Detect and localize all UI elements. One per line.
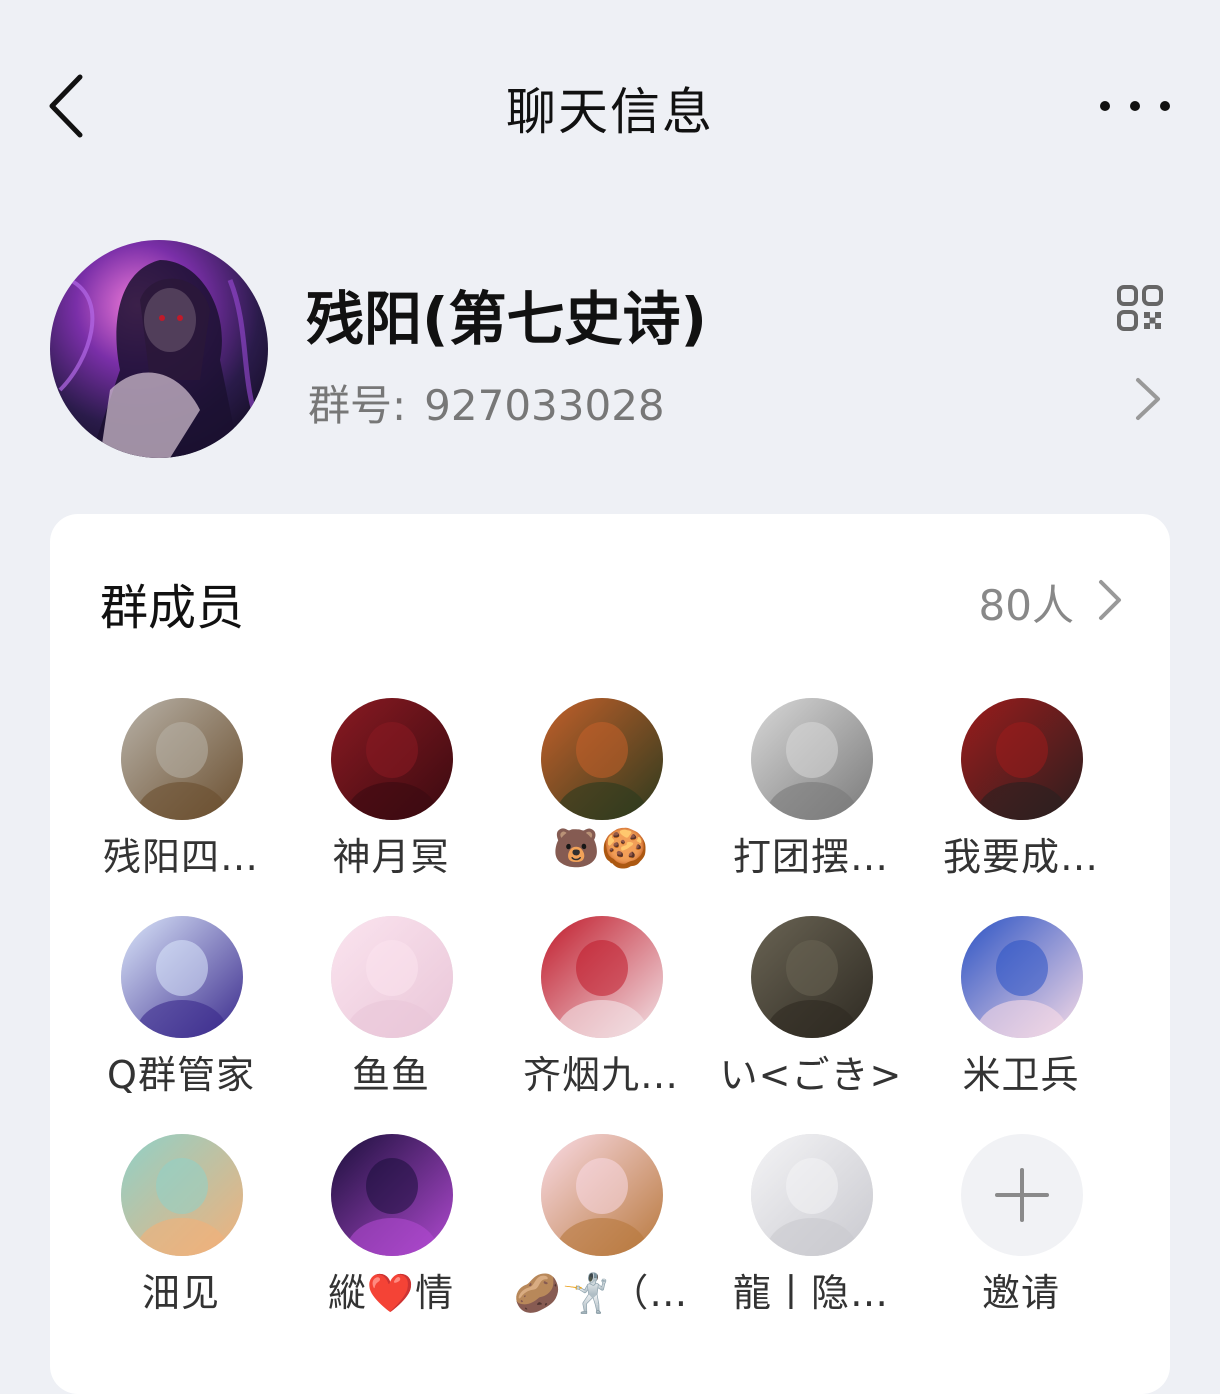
members-title: 群成员 bbox=[100, 580, 245, 636]
red-eye-anime-avatar bbox=[331, 698, 453, 820]
chevron-right-icon bbox=[1099, 580, 1121, 620]
member-name: 🐻🍪 bbox=[552, 826, 650, 870]
member-avatar bbox=[121, 1134, 243, 1256]
member-item[interactable]: 齐烟九… bbox=[506, 916, 696, 1116]
member-avatar bbox=[331, 916, 453, 1038]
member-avatar bbox=[541, 916, 663, 1038]
member-avatar bbox=[751, 916, 873, 1038]
member-item[interactable]: 打团摆… bbox=[716, 698, 906, 898]
member-name: い<ごき> bbox=[719, 1053, 903, 1097]
member-name: 邀请 bbox=[981, 1271, 1060, 1315]
member-item[interactable]: 神月冥 bbox=[296, 698, 486, 898]
robot-avatar bbox=[121, 916, 243, 1038]
member-name: 🥔🤺（… bbox=[513, 1271, 689, 1315]
member-name: 齐烟九… bbox=[522, 1053, 679, 1097]
member-name: 縱❤️情 bbox=[327, 1271, 455, 1315]
member-item[interactable]: 縱❤️情 bbox=[296, 1134, 486, 1334]
member-name: 残阳四… bbox=[102, 835, 259, 879]
member-avatar bbox=[331, 698, 453, 820]
hands-photo-avatar bbox=[751, 916, 873, 1038]
anime-girl-avatar-image bbox=[50, 240, 268, 458]
toy-horse-avatar bbox=[121, 698, 243, 820]
member-item[interactable]: 米卫兵 bbox=[926, 916, 1116, 1116]
more-dot bbox=[1160, 101, 1170, 111]
ferris-wheel-avatar bbox=[331, 1134, 453, 1256]
member-name: Q群管家 bbox=[107, 1053, 255, 1097]
official-portrait-avatar bbox=[961, 698, 1083, 820]
group-name: 残阳(第七史诗) bbox=[306, 285, 708, 353]
group-id-value: 927033028 bbox=[424, 381, 665, 430]
group-avatar bbox=[50, 240, 268, 458]
invite-button[interactable]: 邀请 bbox=[926, 1134, 1116, 1334]
member-name: 龍丨隐… bbox=[732, 1271, 889, 1315]
member-name: 打团摆… bbox=[732, 835, 889, 879]
invite-avatar bbox=[961, 1134, 1083, 1256]
sketch-anime-avatar bbox=[751, 698, 873, 820]
member-item[interactable]: 残阳四… bbox=[86, 698, 276, 898]
member-item[interactable]: Q群管家 bbox=[86, 916, 276, 1116]
member-name: 我要成… bbox=[942, 835, 1099, 879]
plus-icon bbox=[995, 1168, 1049, 1222]
member-item[interactable]: 🥔🤺（… bbox=[506, 1134, 696, 1334]
member-avatar bbox=[331, 1134, 453, 1256]
member-avatar bbox=[541, 698, 663, 820]
member-item[interactable]: 鱼鱼 bbox=[296, 916, 486, 1116]
member-avatar bbox=[121, 698, 243, 820]
blue-hair-anime-avatar bbox=[961, 916, 1083, 1038]
bear-cake-avatar bbox=[541, 1134, 663, 1256]
smiling-pirate-avatar bbox=[121, 1134, 243, 1256]
members-card: 群成员 80人 残阳四… 神月冥 🐻🍪 打团摆… 我要成… Q群管家 鱼鱼 齐烟九… い<ごき>… bbox=[50, 514, 1170, 1394]
member-item[interactable]: 🐻🍪 bbox=[506, 698, 696, 898]
members-count: 80人 bbox=[978, 581, 1074, 630]
member-avatar bbox=[121, 916, 243, 1038]
qr-code-icon[interactable] bbox=[1116, 284, 1164, 332]
member-avatar bbox=[751, 1134, 873, 1256]
member-avatar bbox=[961, 698, 1083, 820]
member-avatar bbox=[751, 698, 873, 820]
member-item[interactable]: 沺见 bbox=[86, 1134, 276, 1334]
member-name: 神月冥 bbox=[332, 835, 450, 879]
page-title: 聊天信息 bbox=[506, 83, 714, 141]
more-button[interactable] bbox=[1100, 86, 1170, 126]
member-name: 米卫兵 bbox=[962, 1053, 1080, 1097]
more-dot bbox=[1130, 101, 1140, 111]
member-item[interactable]: 龍丨隐… bbox=[716, 1134, 906, 1334]
group-id: 群号: 927033028 bbox=[308, 372, 665, 433]
red-panda-avatar bbox=[541, 698, 663, 820]
top-navbar: 聊天信息 bbox=[0, 0, 1220, 210]
group-id-label: 群号: bbox=[308, 381, 407, 430]
member-item[interactable]: い<ごき> bbox=[716, 916, 906, 1116]
member-item[interactable]: 我要成… bbox=[926, 698, 1116, 898]
more-dots-icon bbox=[1100, 101, 1110, 111]
member-avatar bbox=[961, 916, 1083, 1038]
gothic-anime-avatar bbox=[541, 916, 663, 1038]
group-profile-row[interactable]: 残阳(第七史诗) 群号: 927033028 bbox=[0, 230, 1220, 470]
member-name: 鱼鱼 bbox=[351, 1053, 430, 1097]
member-name: 沺见 bbox=[141, 1271, 220, 1315]
members-header[interactable]: 群成员 80人 bbox=[50, 514, 1170, 684]
chevron-right-icon bbox=[1136, 378, 1160, 420]
member-avatar bbox=[541, 1134, 663, 1256]
white-dress-anime-avatar bbox=[751, 1134, 873, 1256]
pink-anime-avatar bbox=[331, 916, 453, 1038]
